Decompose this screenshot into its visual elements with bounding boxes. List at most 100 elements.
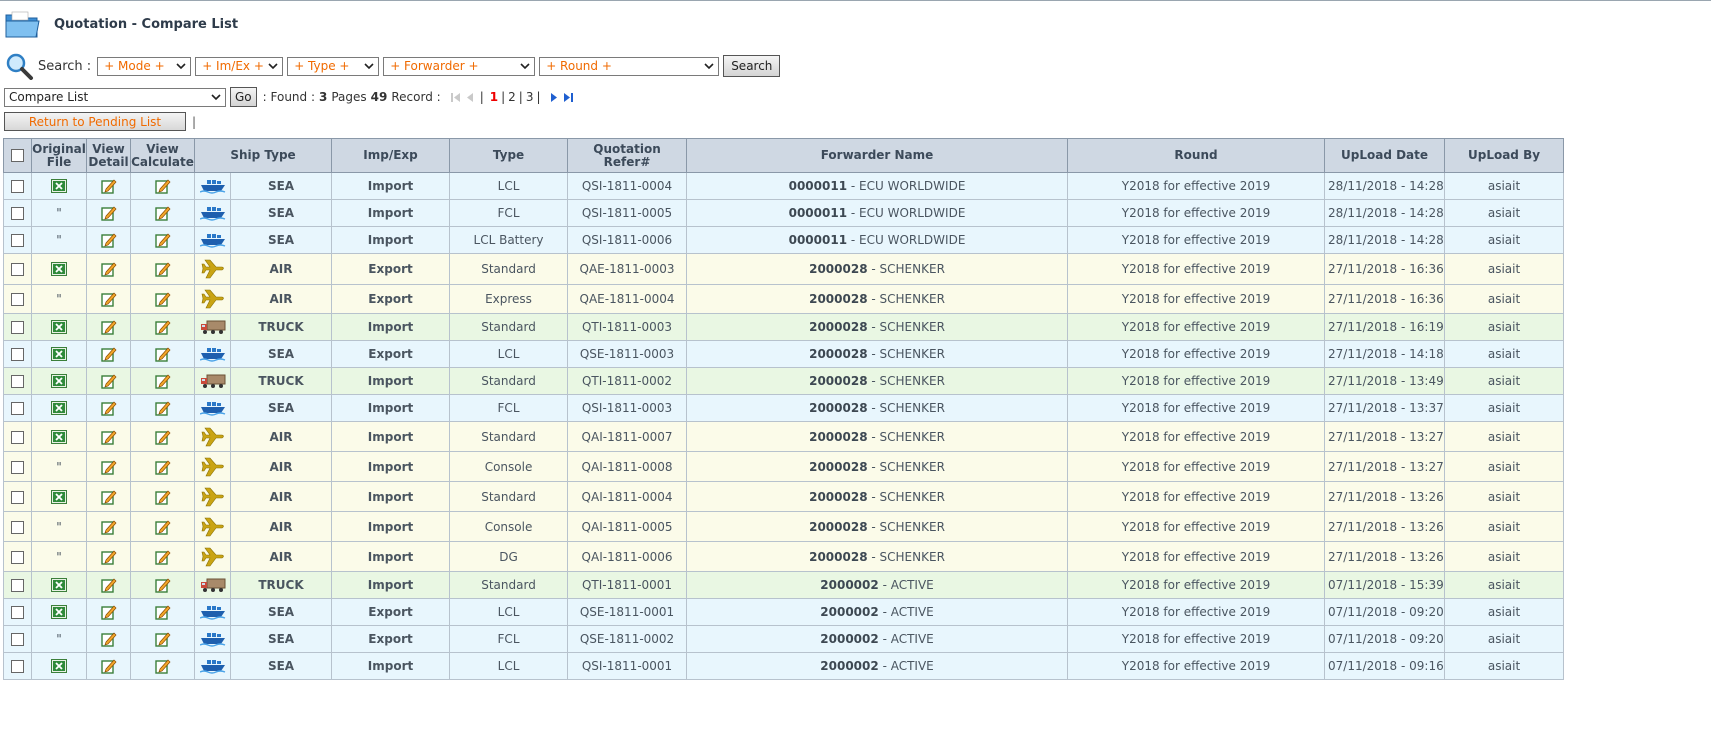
view-calculate-icon[interactable] — [154, 489, 171, 505]
row-select-cell[interactable] — [3, 367, 32, 395]
row-checkbox[interactable] — [11, 207, 24, 220]
header-select-all[interactable] — [3, 138, 32, 173]
view-detail-icon[interactable] — [100, 178, 117, 194]
excel-file-icon[interactable] — [51, 179, 67, 194]
row-checkbox[interactable] — [11, 550, 24, 564]
row-checkbox[interactable] — [11, 579, 24, 592]
row-select-cell[interactable] — [3, 571, 32, 599]
view-calculate-icon[interactable] — [154, 631, 171, 647]
imex-select[interactable]: + Im/Ex + — [195, 56, 284, 76]
view-calculate-icon[interactable] — [154, 178, 171, 194]
view-detail-icon[interactable] — [100, 346, 117, 362]
page-link-2[interactable]: 2 — [508, 90, 516, 104]
row-checkbox[interactable] — [11, 263, 24, 276]
row-select-cell[interactable] — [3, 511, 32, 542]
row-checkbox[interactable] — [11, 606, 24, 619]
view-detail-icon[interactable] — [100, 519, 117, 535]
row-select-cell[interactable] — [3, 199, 32, 227]
view-calculate-icon[interactable] — [154, 232, 171, 248]
row-checkbox[interactable] — [11, 321, 24, 334]
row-select-cell[interactable] — [3, 421, 32, 452]
view-detail-icon[interactable] — [100, 489, 117, 505]
first-page-icon[interactable] — [450, 92, 461, 103]
excel-file-icon[interactable] — [51, 605, 67, 620]
row-select-cell[interactable] — [3, 541, 32, 572]
view-calculate-icon[interactable] — [154, 319, 171, 335]
row-select-cell[interactable] — [3, 625, 32, 653]
row-select-cell[interactable] — [3, 172, 32, 200]
page-link-1[interactable]: 1 — [490, 90, 498, 104]
view-calculate-icon[interactable] — [154, 346, 171, 362]
excel-file-icon[interactable] — [51, 347, 67, 362]
excel-file-icon[interactable] — [51, 659, 67, 674]
row-checkbox[interactable] — [11, 430, 24, 444]
go-button[interactable]: Go — [230, 87, 257, 107]
row-checkbox[interactable] — [11, 520, 24, 534]
excel-file-icon[interactable] — [51, 489, 67, 504]
row-select-cell[interactable] — [3, 313, 32, 341]
round-select[interactable]: + Round + — [539, 56, 720, 76]
row-select-cell[interactable] — [3, 226, 32, 254]
row-checkbox[interactable] — [11, 375, 24, 388]
view-calculate-icon[interactable] — [154, 261, 171, 277]
row-checkbox[interactable] — [11, 402, 24, 415]
row-checkbox[interactable] — [11, 234, 24, 247]
row-checkbox[interactable] — [11, 633, 24, 646]
view-calculate-icon[interactable] — [154, 459, 171, 475]
list-select[interactable]: Compare List — [4, 87, 226, 107]
row-checkbox[interactable] — [11, 490, 24, 504]
view-detail-icon[interactable] — [100, 205, 117, 221]
view-calculate-icon[interactable] — [154, 604, 171, 620]
view-detail-icon[interactable] — [100, 604, 117, 620]
search-button[interactable]: Search — [723, 55, 781, 77]
row-checkbox[interactable] — [11, 348, 24, 361]
view-detail-icon[interactable] — [100, 291, 117, 307]
row-select-cell[interactable] — [3, 284, 32, 314]
view-detail-icon[interactable] — [100, 631, 117, 647]
row-select-cell[interactable] — [3, 451, 32, 482]
row-checkbox[interactable] — [11, 660, 24, 673]
next-page-icon[interactable] — [549, 92, 559, 103]
row-select-cell[interactable] — [3, 652, 32, 680]
row-select-cell[interactable] — [3, 394, 32, 422]
return-to-pending-button[interactable]: Return to Pending List — [4, 112, 186, 131]
excel-file-icon[interactable] — [51, 262, 67, 277]
page-link-3[interactable]: 3 — [526, 90, 534, 104]
view-calculate-icon[interactable] — [154, 519, 171, 535]
view-detail-icon[interactable] — [100, 429, 117, 445]
view-detail-icon[interactable] — [100, 658, 117, 674]
select-all-checkbox[interactable] — [11, 149, 24, 162]
view-detail-icon[interactable] — [100, 373, 117, 389]
view-detail-icon[interactable] — [100, 459, 117, 475]
row-select-cell[interactable] — [3, 481, 32, 512]
view-detail-icon[interactable] — [100, 549, 117, 565]
forwarder-select[interactable]: + Forwarder + — [383, 56, 536, 76]
view-calculate-icon[interactable] — [154, 577, 171, 593]
view-detail-icon[interactable] — [100, 232, 117, 248]
mode-select[interactable]: + Mode + — [97, 56, 192, 76]
view-calculate-icon[interactable] — [154, 429, 171, 445]
view-calculate-icon[interactable] — [154, 373, 171, 389]
row-select-cell[interactable] — [3, 598, 32, 626]
row-checkbox[interactable] — [11, 460, 24, 474]
view-detail-icon[interactable] — [100, 319, 117, 335]
row-checkbox[interactable] — [11, 180, 24, 193]
excel-file-icon[interactable] — [51, 578, 67, 593]
view-detail-icon[interactable] — [100, 577, 117, 593]
view-calculate-icon[interactable] — [154, 291, 171, 307]
row-select-cell[interactable] — [3, 253, 32, 285]
view-calculate-icon[interactable] — [154, 400, 171, 416]
view-detail-icon[interactable] — [100, 261, 117, 277]
excel-file-icon[interactable] — [51, 374, 67, 389]
last-page-icon[interactable] — [563, 92, 573, 103]
row-select-cell[interactable] — [3, 340, 32, 368]
view-detail-icon[interactable] — [100, 400, 117, 416]
row-checkbox[interactable] — [11, 293, 24, 306]
view-calculate-icon[interactable] — [154, 549, 171, 565]
view-calculate-icon[interactable] — [154, 658, 171, 674]
excel-file-icon[interactable] — [51, 429, 67, 444]
prev-page-icon[interactable] — [465, 92, 475, 103]
excel-file-icon[interactable] — [51, 320, 67, 335]
excel-file-icon[interactable] — [51, 401, 67, 416]
type-select[interactable]: + Type + — [287, 56, 380, 76]
